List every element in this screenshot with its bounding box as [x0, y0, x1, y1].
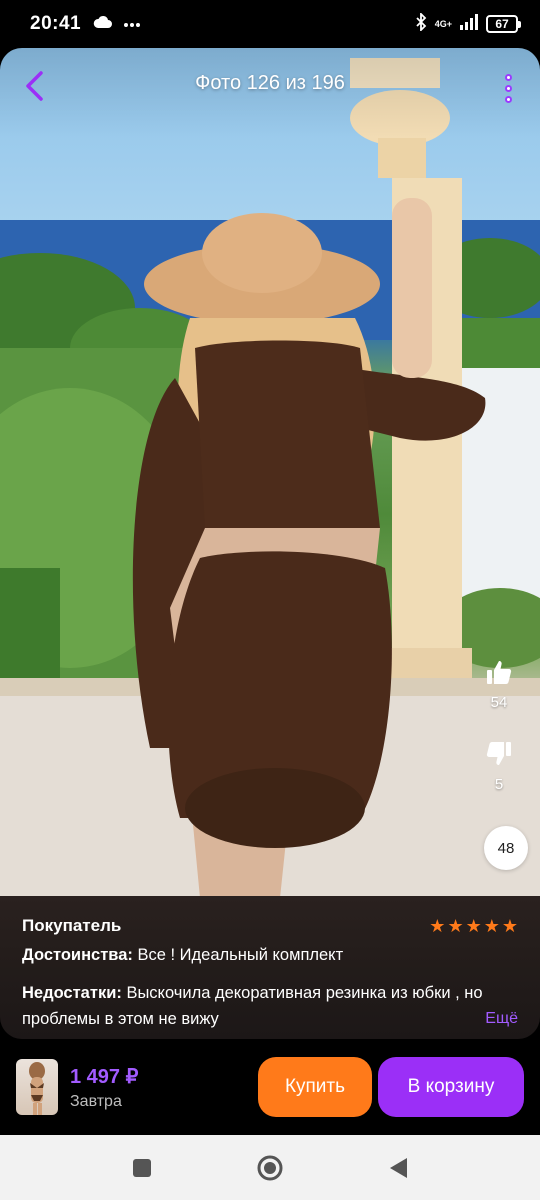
photos-count-badge[interactable]: 48 — [484, 826, 528, 870]
star-icon: ★ — [483, 916, 500, 936]
star-icon: ★ — [501, 916, 518, 936]
star-icon: ★ — [465, 916, 482, 936]
like-count: 54 — [490, 694, 508, 711]
dislike-count: 5 — [494, 776, 504, 793]
cons-label: Недостатки: — [22, 984, 122, 1002]
cloud-icon — [93, 15, 113, 34]
add-to-cart-button[interactable]: В корзину — [378, 1057, 524, 1117]
buy-button[interactable]: Купить — [258, 1057, 372, 1117]
product-price: 1 497 ₽ — [70, 1065, 139, 1088]
battery-icon: 67 — [486, 15, 521, 33]
review-cons: Недостатки: Выскочила декоративная резин… — [22, 980, 518, 1032]
purchase-bar: 1 497 ₽ Завтра Купить В корзину — [0, 1039, 540, 1135]
vertical-dots-icon[interactable] — [494, 68, 522, 108]
back-triangle-icon[interactable] — [382, 1152, 414, 1184]
dislike-control: 5 — [474, 738, 524, 793]
rating-stars: ★ ★ ★ ★ ★ — [429, 917, 518, 935]
like-control: 54 — [474, 656, 524, 711]
review-pros: Достоинства: Все ! Идеальный комплект — [22, 942, 518, 968]
home-circle-icon[interactable] — [254, 1152, 286, 1184]
more-dots-icon — [123, 15, 141, 33]
thumbs-up-icon[interactable] — [483, 656, 515, 688]
status-bar: 20:41 4G+ 67 — [0, 0, 540, 48]
recents-square-icon[interactable] — [126, 1152, 158, 1184]
photo-illustration — [0, 58, 540, 896]
review-photo-screen: 20:41 4G+ 67 Фото 126 из 196 54 5 48 Пок… — [0, 0, 540, 1200]
star-icon: ★ — [429, 916, 446, 936]
signal-icon — [460, 13, 478, 35]
delivery-date: Завтра — [70, 1092, 122, 1110]
status-time: 20:41 — [30, 13, 82, 34]
more-link[interactable]: Ещё — [485, 1006, 518, 1032]
pros-text: Все ! Идеальный комплект — [137, 946, 344, 964]
review-panel: Покупатель ★ ★ ★ ★ ★ Достоинства: Все ! … — [0, 896, 540, 1039]
system-navigation-bar — [0, 1135, 540, 1200]
reviewer-name: Покупатель — [22, 916, 122, 935]
product-thumbnail[interactable] — [16, 1059, 58, 1115]
review-photo[interactable]: Фото 126 из 196 54 5 48 — [0, 48, 540, 896]
photo-counter: Фото 126 из 196 — [195, 72, 345, 94]
star-icon: ★ — [447, 916, 464, 936]
bluetooth-icon — [415, 11, 427, 36]
pros-label: Достоинства: — [22, 946, 133, 964]
network-type: 4G+ — [434, 18, 452, 29]
thumbs-down-icon[interactable] — [483, 738, 515, 770]
